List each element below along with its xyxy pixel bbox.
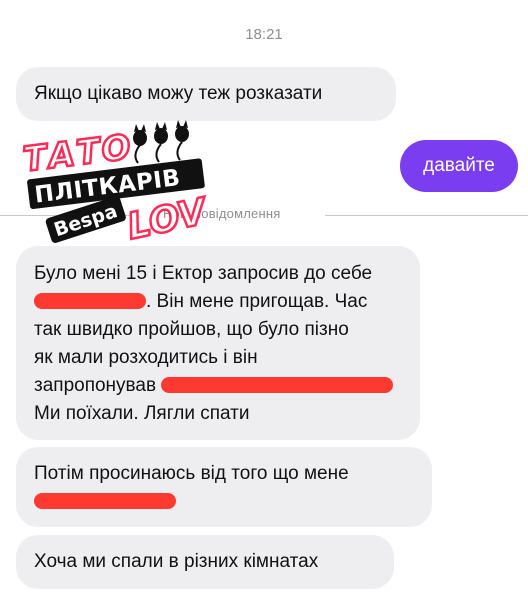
message-text: давайте xyxy=(423,155,495,176)
redaction-mark xyxy=(34,493,176,509)
incoming-message-bubble[interactable]: Хоча ми спали в різних кімнатах xyxy=(16,535,394,589)
redaction-mark xyxy=(34,293,146,309)
message-text: Хоча ми спали в різних кімнатах xyxy=(34,551,319,572)
tato-plitkariv-logo: ТАТО ПЛІТКАРІВ Bespa LOV xyxy=(22,120,214,249)
new-messages-divider-right xyxy=(325,215,528,216)
message-text-line: так швидко пройшов, що було пізно xyxy=(34,319,349,340)
message-text-line: Було мені 15 і Ектор запросив до себе xyxy=(34,263,373,284)
redaction-mark xyxy=(161,377,394,393)
message-text-line: Ми поїхали. Лягли спати xyxy=(34,403,250,424)
message-text-line: Потім просинаюсь від того що мене xyxy=(34,463,349,484)
message-timestamp: 18:21 xyxy=(245,26,283,43)
message-text-line: як мали розходитись і він xyxy=(34,347,258,368)
outgoing-message-bubble[interactable]: давайте xyxy=(400,140,518,192)
cat-icons xyxy=(133,120,189,164)
message-text: Якщо цікаво можу теж розказати xyxy=(34,83,323,104)
message-text-line: запропонував xyxy=(34,372,402,400)
logo-text-lov: LOV xyxy=(124,191,213,248)
incoming-message-bubble[interactable]: Потім просинаюсь від того що мене xyxy=(16,447,432,527)
message-text-line xyxy=(34,488,414,516)
incoming-message-bubble[interactable]: Було мені 15 і Ектор запросив до себе . … xyxy=(16,246,420,440)
message-text-line: . Він мене пригощав. Час xyxy=(34,288,402,316)
